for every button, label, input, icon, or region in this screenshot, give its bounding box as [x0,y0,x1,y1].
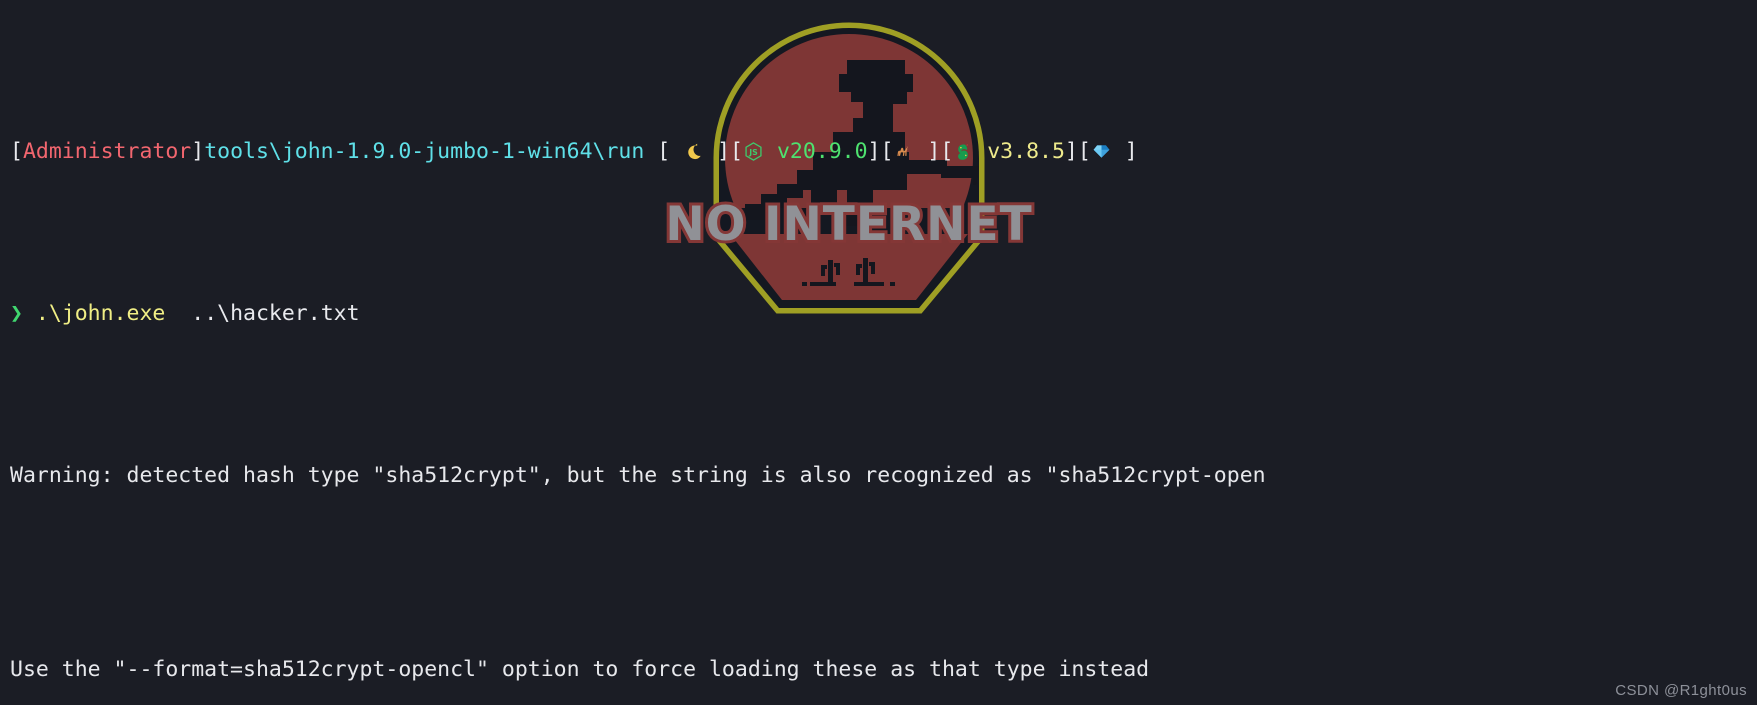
prompt-path: tools\john-1.9.0-jumbo-1-win64\run [204,138,645,164]
python-version: v3.8.5 [987,138,1065,164]
python-snake-icon [953,141,974,162]
nodejs-icon: JS [743,141,764,162]
prompt-line: [Administrator]tools\john-1.9.0-jumbo-1-… [10,138,1138,164]
terminal-output: [Administrator]tools\john-1.9.0-jumbo-1-… [0,0,1757,705]
csdn-credit-watermark: CSDN @R1ght0us [1615,682,1747,699]
output-line: Use the "--format=sha512crypt-opencl" op… [10,657,1150,683]
prompt-symbol: ❯ [10,300,23,326]
terminal-window: NO INTERNET NO INTERNET [Administrator]t… [0,0,1757,705]
prompt-user: Administrator [22,138,192,164]
command-argument: ..\hacker.txt [191,300,360,326]
nodejs-version: v20.9.0 [776,138,868,164]
camel-icon [893,141,914,162]
output-line-blank [10,557,1757,589]
crescent-moon-icon [683,141,704,162]
command-name: .\john.exe [35,300,166,326]
output-line: Warning: detected hash type "sha512crypt… [10,462,1266,488]
command-line: ❯ .\john.exe ..\hacker.txt [10,298,1757,330]
svg-text:JS: JS [748,148,758,157]
prompt-bracket-close: ] [191,138,205,164]
prompt-bracket-open: [ [10,138,23,164]
gem-icon [1091,141,1112,162]
